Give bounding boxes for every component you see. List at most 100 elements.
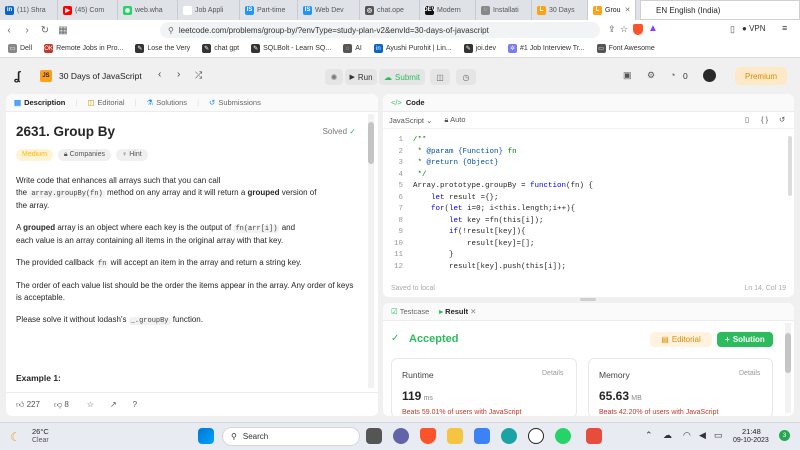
description-tab[interactable]: ↺ Submissions: [209, 98, 261, 107]
panel-resize-handle[interactable]: [580, 298, 596, 301]
description-tab[interactable]: ◫ Editorial: [87, 98, 124, 107]
avatar[interactable]: [703, 69, 716, 82]
bookmark-item[interactable]: ◌ AI: [343, 44, 362, 53]
testcase-tab[interactable]: ☑ Testcase: [391, 307, 429, 316]
browser-tab[interactable]: IS Web Dev: [298, 0, 360, 20]
code-editor[interactable]: 1/** 2 * @param {Function} fn 3 * @return …: [383, 136, 783, 276]
taskbar-search[interactable]: ⚲ Search: [222, 427, 360, 446]
rewards-icon[interactable]: ▲: [648, 23, 658, 34]
taskview-icon[interactable]: [366, 428, 382, 444]
wifi-icon[interactable]: ◠: [683, 430, 691, 441]
menu-icon[interactable]: ≡: [782, 23, 787, 33]
dislike-button[interactable]: 👎︎ 8: [54, 400, 69, 410]
timer-button[interactable]: ◷: [456, 69, 476, 85]
scrollbar[interactable]: [368, 114, 374, 388]
store-icon[interactable]: [474, 428, 490, 444]
language-select[interactable]: JavaScript ⌄: [389, 116, 432, 125]
description-tab[interactable]: ▤ Description: [14, 98, 65, 107]
temperature[interactable]: 26°C: [32, 427, 49, 436]
battery-icon[interactable]: ▭: [714, 430, 723, 441]
favorite-star-icon[interactable]: ☆: [87, 400, 94, 409]
bookmark-item[interactable]: ▭ Font Awesome: [596, 44, 655, 53]
browser-tab[interactable]: ◉ web.wha: [118, 0, 178, 20]
solution-button[interactable]: + Solution: [717, 332, 773, 347]
browser-tab[interactable]: DEV Modern: [420, 0, 476, 20]
braces-icon[interactable]: { }: [761, 115, 768, 124]
streak-icon[interactable]: ◔: [670, 70, 675, 80]
back-icon[interactable]: ‹: [0, 25, 18, 36]
submit-button[interactable]: ☁ Submit: [379, 69, 425, 85]
code-tab[interactable]: Code: [406, 98, 425, 107]
bookmark-item[interactable]: ✎ chat gpt: [202, 44, 239, 53]
bookmark-item[interactable]: ▭ Dell: [8, 44, 32, 53]
sidebar-icon[interactable]: ▯: [730, 24, 735, 35]
help-icon[interactable]: ?: [133, 400, 137, 409]
browser-tab[interactable]: in (11) Shra: [0, 0, 58, 20]
notes-button[interactable]: ◫: [430, 69, 450, 85]
browser-tab[interactable]: L Grou ✕: [588, 0, 636, 20]
debug-button[interactable]: ✺: [325, 69, 343, 85]
runtime-card[interactable]: Runtime Details 119 ms Beats 59.01% of u…: [391, 358, 577, 416]
url-field[interactable]: ⚲ leetcode.com/problems/group-by/?envTyp…: [160, 22, 600, 38]
snip-icon[interactable]: [586, 428, 602, 444]
study-plan-title[interactable]: 30 Days of JavaScript: [59, 71, 142, 81]
description-tab[interactable]: ⚗ Solutions: [146, 98, 187, 107]
language-indicator[interactable]: EN English (India): [640, 0, 800, 20]
teams-icon[interactable]: [393, 428, 409, 444]
site-info-icon[interactable]: ⚲: [168, 26, 174, 35]
bookmark-item[interactable]: ✎ SQLBolt - Learn SQ...: [251, 44, 331, 53]
reload-icon[interactable]: ↻: [36, 25, 54, 36]
dell-icon[interactable]: [528, 428, 544, 444]
edge-icon[interactable]: [501, 428, 517, 444]
tabs-grid-icon[interactable]: ▦: [54, 25, 72, 36]
layout-icon[interactable]: ▣: [623, 70, 632, 81]
auto-mode[interactable]: 🔒︎ Auto: [444, 115, 465, 125]
reset-icon[interactable]: ↺: [779, 115, 785, 124]
browser-tab[interactable]: IS Part-time: [240, 0, 298, 20]
whatsapp-icon[interactable]: [555, 428, 571, 444]
bookmark-item[interactable]: in Ayushi Purohit | Lin...: [373, 44, 452, 53]
settings-icon[interactable]: ⚙: [647, 70, 655, 81]
leetcode-logo-icon[interactable]: ʆ: [14, 69, 20, 83]
result-scrollbar-thumb[interactable]: [785, 333, 791, 373]
brave-shield-icon[interactable]: [633, 24, 643, 35]
vpn-button[interactable]: ● VPN: [742, 24, 766, 33]
editor-scrollbar-thumb[interactable]: [788, 136, 792, 196]
runtime-details-link[interactable]: Details: [542, 370, 563, 377]
share-link-icon[interactable]: ↗: [110, 400, 117, 409]
volume-icon[interactable]: ◀: [699, 430, 706, 441]
browser-tab[interactable]: ▶ (45) Com: [58, 0, 118, 20]
bookmark-item[interactable]: ✲ #1 Job Interview Tr...: [507, 44, 585, 53]
premium-button[interactable]: Premium: [735, 67, 787, 85]
memory-details-link[interactable]: Details: [739, 370, 760, 377]
browser-tab[interactable]: L 30 Days: [532, 0, 588, 20]
next-problem-icon[interactable]: ›: [177, 69, 180, 80]
scrollbar-thumb[interactable]: [368, 122, 374, 164]
browser-tab[interactable]: ◌ Installati: [476, 0, 532, 20]
forward-icon[interactable]: ›: [18, 25, 36, 36]
tray-chevron-icon[interactable]: ⌃: [645, 430, 653, 441]
difficulty-badge[interactable]: Medium: [16, 149, 53, 161]
result-tab[interactable]: ▸ Result ✕: [439, 307, 476, 316]
hint-tag[interactable]: ♀ Hint: [116, 149, 148, 161]
bookmark-star-icon[interactable]: ☆: [620, 24, 628, 35]
browser-tab[interactable]: ◎ chat.ope: [360, 0, 420, 20]
file-explorer-icon[interactable]: [447, 428, 463, 444]
editorial-button[interactable]: ▤ Editorial: [650, 332, 712, 347]
clock-date[interactable]: 09-10-2023: [733, 437, 769, 444]
close-icon[interactable]: ✕: [470, 307, 476, 316]
like-button[interactable]: 👍︎ 227: [16, 400, 40, 410]
shuffle-icon[interactable]: ⤮: [195, 70, 202, 81]
bookmark-icon[interactable]: ▯: [745, 115, 749, 124]
result-scrollbar[interactable]: [785, 323, 791, 413]
brave-icon[interactable]: [420, 428, 436, 444]
cloud-icon[interactable]: ☁: [663, 430, 672, 441]
memory-card[interactable]: Memory Details 65.63 MB Beats 42.20% of …: [588, 358, 773, 416]
prev-problem-icon[interactable]: ‹: [158, 69, 161, 80]
companies-tag[interactable]: 🔒︎ Companies: [57, 149, 112, 161]
bookmark-item[interactable]: ✎ Lose the Very: [135, 44, 190, 53]
bookmark-item[interactable]: ✎ joi.dev: [463, 44, 496, 53]
share-icon[interactable]: ⇪: [608, 24, 616, 35]
browser-tab[interactable]: Job Appli: [178, 0, 240, 20]
run-button[interactable]: ▶ Run: [345, 69, 377, 85]
